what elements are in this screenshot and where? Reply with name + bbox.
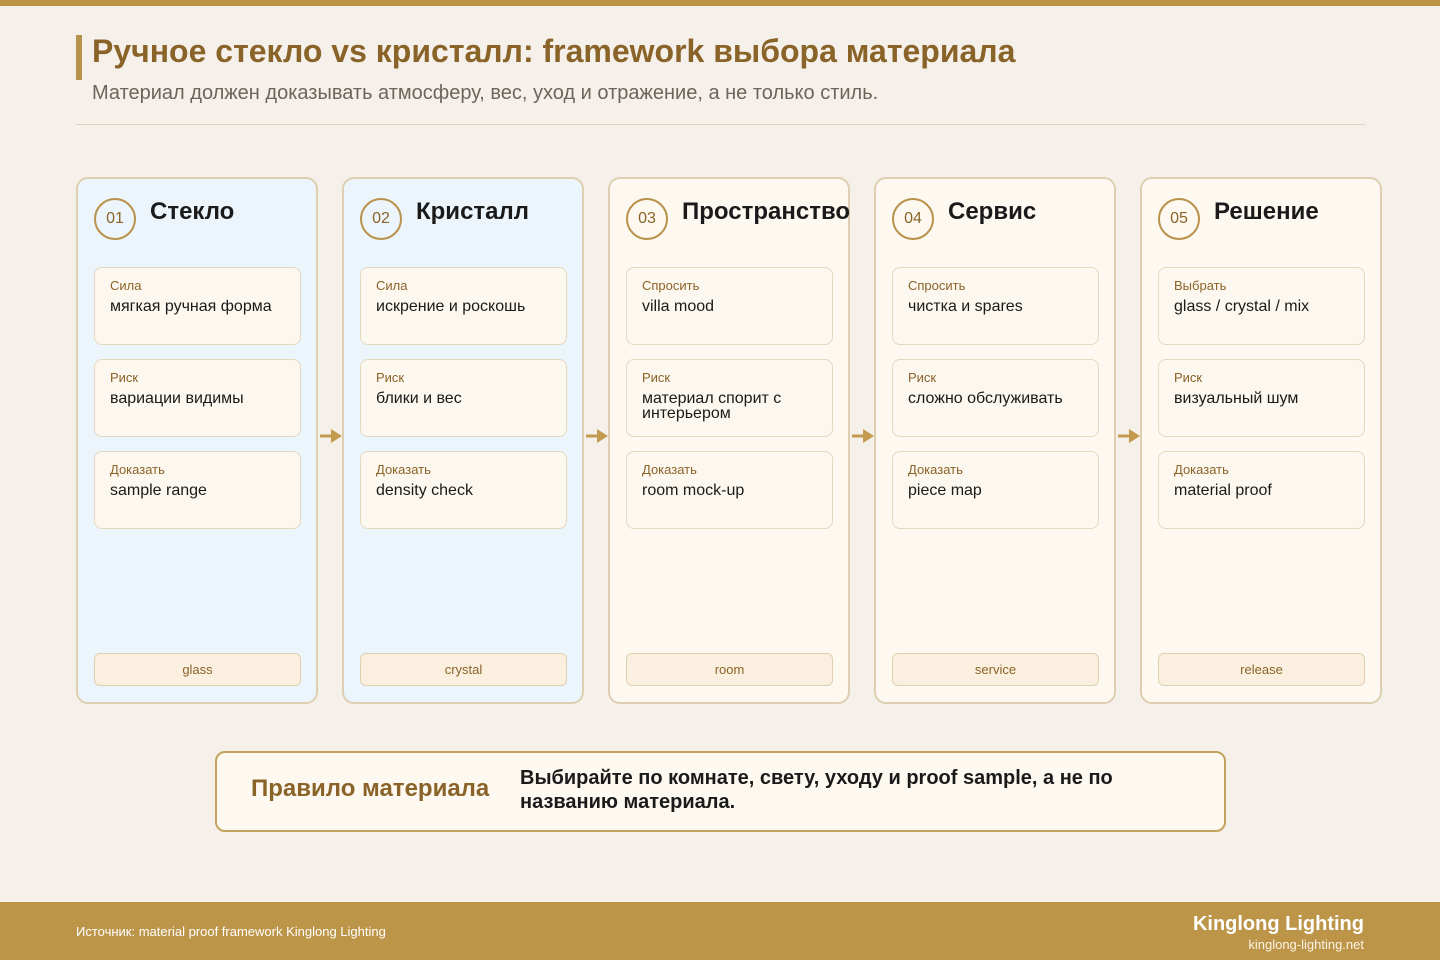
page: Ручное стекло vs кристалл: framework выб… [0, 0, 1440, 960]
rule-text: Выбирайте по комнате, свету, уходу и pro… [520, 767, 1113, 813]
step-tag: glass [94, 653, 301, 686]
item-label: Спросить [642, 278, 700, 293]
arrow-right-icon [1118, 429, 1140, 443]
item-value: сложно обслуживать [908, 390, 1063, 407]
step-card-room: 03 Пространство Спросить villa mood Риск… [608, 177, 850, 704]
item-label: Сила [376, 278, 408, 293]
step-card-crystal: 02 Кристалл Сила искрение и роскошь Риск… [342, 177, 584, 704]
item-label: Доказать [1174, 462, 1229, 477]
step-item: Риск блики и вес [360, 359, 567, 437]
page-title: Ручное стекло vs кристалл: framework выб… [92, 33, 1016, 69]
step-item: Риск визуальный шум [1158, 359, 1365, 437]
step-tag: room [626, 653, 833, 686]
step-card-service: 04 Сервис Спросить чистка и spares Риск … [874, 177, 1116, 704]
step-title: Сервис [948, 198, 1037, 225]
item-label: Риск [110, 370, 139, 385]
brand-url: kinglong-lighting.net [1248, 937, 1364, 952]
item-label: Доказать [642, 462, 697, 477]
step-item: Доказать room mock-up [626, 451, 833, 529]
step-tag: crystal [360, 653, 567, 686]
header-divider [76, 124, 1365, 125]
arrow-right-icon [320, 429, 342, 443]
item-label: Сила [110, 278, 142, 293]
title-accent-bar [76, 35, 82, 80]
item-value: чистка и spares [908, 298, 1023, 315]
step-title: Пространство [682, 198, 851, 225]
step-title: Кристалл [416, 198, 530, 225]
item-label: Доказать [376, 462, 431, 477]
step-card-glass: 01 Стекло Сила мягкая ручная форма Риск … [76, 177, 318, 704]
item-value: glass / crystal / mix [1174, 298, 1310, 315]
page-subtitle: Материал должен доказывать атмосферу, ве… [92, 82, 879, 104]
item-value: вариации видимы [110, 390, 244, 407]
step-item: Сила мягкая ручная форма [94, 267, 301, 345]
step-number-badge: 01 [94, 198, 136, 240]
step-card-decision: 05 Решение Выбрать glass / crystal / mix… [1140, 177, 1382, 704]
step-item: Риск материал спорит с интерьером [626, 359, 833, 437]
step-title: Решение [1214, 198, 1319, 225]
brand-name: Kinglong Lighting [1192, 913, 1364, 935]
item-label: Доказать [110, 462, 165, 477]
arrow-right-icon [586, 429, 608, 443]
item-value: sample range [110, 482, 207, 499]
item-label: Спросить [908, 278, 966, 293]
step-item: Спросить villa mood [626, 267, 833, 345]
step-item: Спросить чистка и spares [892, 267, 1099, 345]
step-item: Доказать material proof [1158, 451, 1365, 529]
item-label: Доказать [908, 462, 963, 477]
step-item: Выбрать glass / crystal / mix [1158, 267, 1365, 345]
step-item: Доказать piece map [892, 451, 1099, 529]
item-label: Риск [642, 370, 671, 385]
item-value: density check [376, 482, 473, 499]
item-value: блики и вес [376, 390, 462, 407]
footer: Источник: material proof framework Kingl… [0, 902, 1440, 960]
step-number-badge: 04 [892, 198, 934, 240]
step-item: Риск сложно обслуживать [892, 359, 1099, 437]
item-value: piece map [908, 482, 982, 499]
source-note: Источник: material proof framework Kingl… [76, 924, 386, 939]
item-label: Выбрать [1174, 278, 1227, 293]
top-accent-stripe [0, 0, 1440, 6]
step-number-badge: 03 [626, 198, 668, 240]
item-value: material proof [1174, 482, 1272, 499]
step-title: Стекло [150, 198, 235, 225]
step-number-badge: 02 [360, 198, 402, 240]
step-item: Риск вариации видимы [94, 359, 301, 437]
item-value: room mock-up [642, 482, 745, 499]
step-item: Доказать density check [360, 451, 567, 529]
item-value: villa mood [642, 298, 715, 315]
material-rule-box: Правило материала Выбирайте по комнате, … [215, 751, 1226, 832]
arrow-right-icon [852, 429, 874, 443]
step-item: Сила искрение и роскошь [360, 267, 567, 345]
item-label: Риск [376, 370, 405, 385]
step-number-badge: 05 [1158, 198, 1200, 240]
item-value: визуальный шум [1174, 390, 1299, 407]
step-tag: release [1158, 653, 1365, 686]
item-value: мягкая ручная форма [110, 298, 272, 315]
step-item: Доказать sample range [94, 451, 301, 529]
item-label: Риск [1174, 370, 1203, 385]
item-value: материал спорит с интерьером [642, 390, 782, 422]
item-value: искрение и роскошь [376, 298, 526, 315]
step-tag: service [892, 653, 1099, 686]
rule-title: Правило материала [251, 775, 490, 802]
item-label: Риск [908, 370, 937, 385]
